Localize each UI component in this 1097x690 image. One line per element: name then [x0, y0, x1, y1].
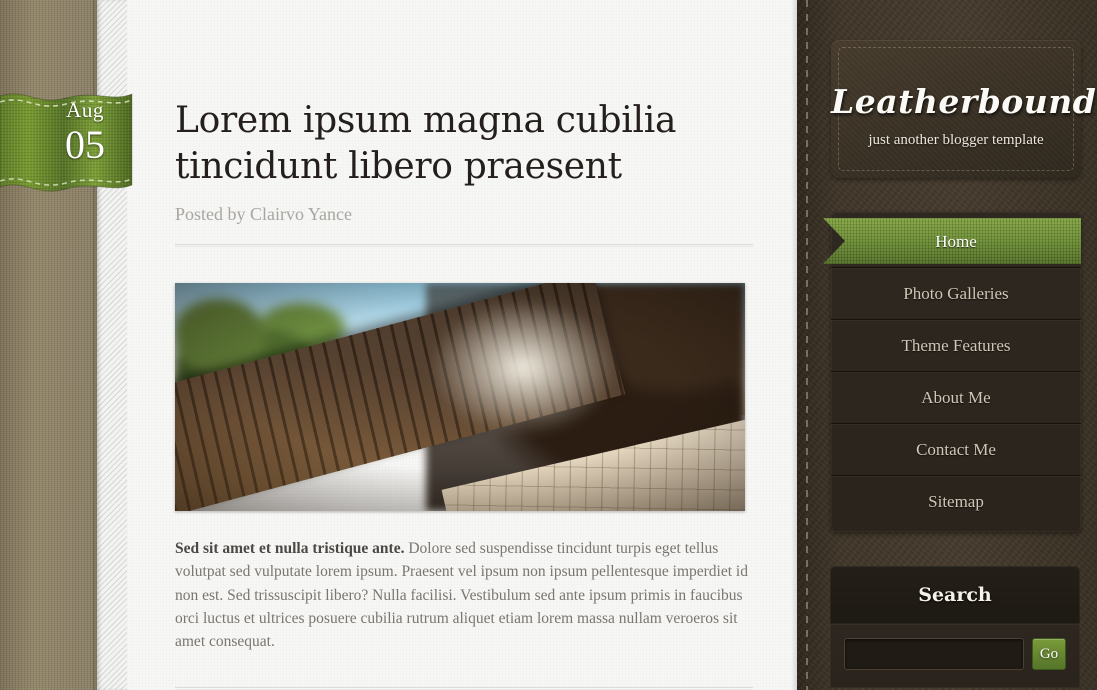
sidebar-item-sitemap[interactable]: Sitemap	[831, 476, 1081, 528]
sidebar-nav: Home Photo Galleries Theme Features Abou…	[823, 212, 1081, 532]
sidebar-item-label: Theme Features	[901, 336, 1011, 355]
sidebar-item-label: About Me	[921, 388, 991, 407]
sidebar-item-label: Home	[935, 232, 977, 251]
ribbon-date-text: Aug 05	[50, 100, 120, 165]
blog-post: Lorem ipsum magna cubilia tincidunt libe…	[175, 98, 753, 690]
title-divider	[175, 244, 753, 248]
post-body-lead: Sed sit amet et nulla tristique ante.	[175, 540, 405, 558]
site-tagline: just another blogger template	[868, 132, 1044, 148]
photo-canvas	[175, 283, 745, 512]
search-widget: Search Go	[830, 566, 1080, 688]
sidebar-item-label: Contact Me	[916, 440, 996, 459]
sidebar-item-photo-galleries[interactable]: Photo Galleries	[831, 268, 1081, 320]
sidebar-item-label: Sitemap	[928, 492, 984, 511]
sidebar-stitch-line	[806, 0, 808, 690]
post-body-text: Sed sit amet et nulla tristique ante. Do…	[175, 537, 753, 653]
sidebar-item-contact-me[interactable]: Contact Me	[831, 424, 1081, 476]
post-author-meta: Posted by Clairvo Yance	[175, 204, 352, 225]
post-featured-image	[175, 283, 745, 512]
photo-vignette	[175, 283, 745, 512]
page-title: Lorem ipsum magna cubilia tincidunt libe…	[175, 100, 677, 188]
sidebar-item-label: Photo Galleries	[903, 284, 1009, 303]
site-header-widget: Leatherbound just another blogger templa…	[831, 40, 1097, 178]
search-form: Go	[830, 624, 1080, 688]
sidebar-item-home[interactable]: Home	[823, 216, 1081, 268]
search-input[interactable]	[844, 638, 1024, 670]
ribbon-month: Aug	[66, 98, 104, 122]
search-widget-heading: Search	[830, 566, 1080, 624]
main-content-column: Lorem ipsum magna cubilia tincidunt libe…	[127, 0, 797, 690]
search-go-button[interactable]: Go	[1032, 638, 1066, 670]
blog-page: Lorem ipsum magna cubilia tincidunt libe…	[0, 0, 1097, 690]
sidebar-item-theme-features[interactable]: Theme Features	[831, 320, 1081, 372]
ribbon-day: 05	[65, 122, 105, 167]
sidebar-item-about-me[interactable]: About Me	[831, 372, 1081, 424]
post-date-ribbon: Aug 05	[0, 86, 136, 195]
site-title: Leatherbound	[831, 82, 1097, 121]
